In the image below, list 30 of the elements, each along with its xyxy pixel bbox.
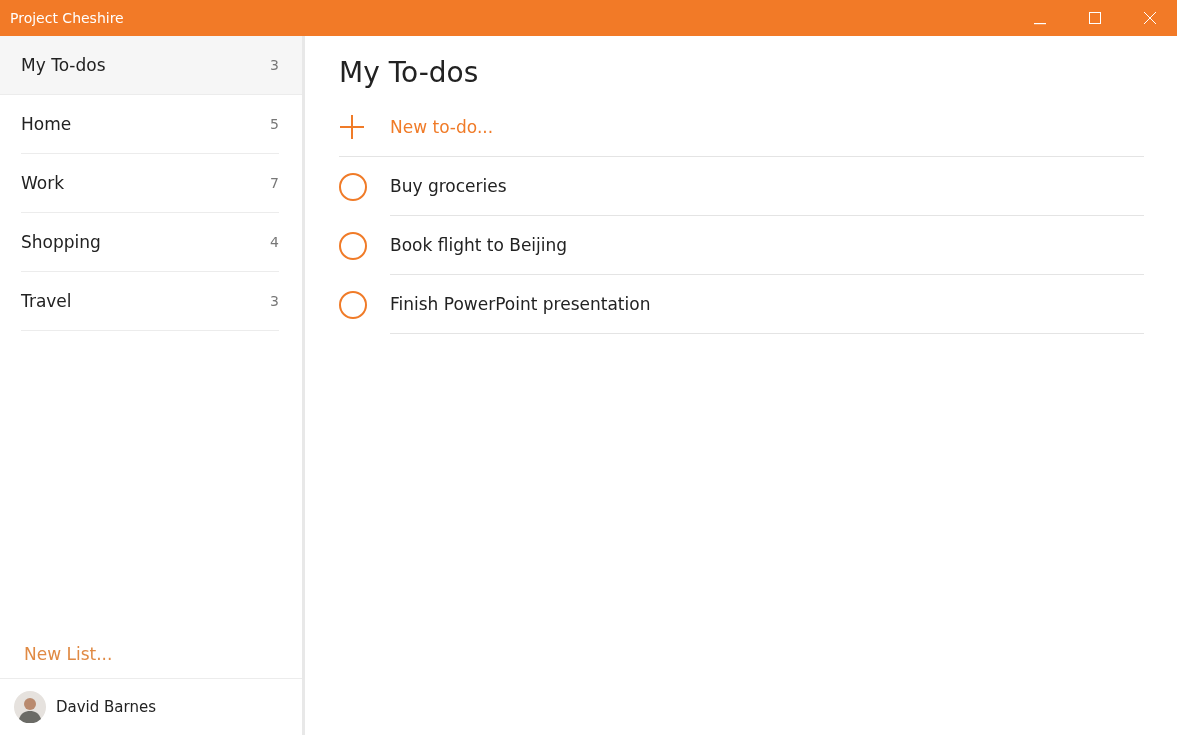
list-item[interactable]: Work 7 (21, 154, 279, 213)
list-item[interactable]: Travel 3 (21, 272, 279, 331)
item-count: 3 (270, 57, 279, 73)
list-item[interactable]: Home 5 (21, 95, 279, 154)
list-name: Shopping (21, 232, 101, 252)
item-count: 5 (270, 116, 279, 132)
list-heading: My To-dos (339, 55, 480, 91)
user-account[interactable]: David Barnes (0, 678, 302, 735)
minimize-icon (1033, 23, 1046, 25)
checkbox[interactable] (339, 290, 367, 319)
user-name: David Barnes (56, 698, 156, 716)
checkbox[interactable] (339, 231, 367, 260)
avatar-icon (14, 691, 46, 723)
list-name: Home (21, 114, 72, 134)
list-item[interactable]: Shopping 4 (21, 213, 279, 272)
todo-text: Finish PowerPoint presentation (390, 275, 1144, 334)
todo-text: Buy groceries (390, 157, 1144, 216)
item-count: 4 (270, 234, 279, 250)
list-item[interactable]: My To-dos 3 (0, 36, 302, 95)
list-name: Work (21, 173, 65, 193)
window-title: Project Cheshire (9, 10, 124, 26)
maximize-icon (1087, 11, 1102, 25)
plus-icon (339, 114, 365, 140)
list-name: My To-dos (21, 55, 106, 75)
list-name: Travel (21, 291, 72, 311)
item-count: 3 (270, 293, 279, 309)
checkbox[interactable] (339, 172, 367, 201)
todo-text: Book flight to Beijing (390, 216, 1144, 275)
close-icon (1142, 11, 1157, 25)
item-count: 7 (270, 175, 279, 191)
